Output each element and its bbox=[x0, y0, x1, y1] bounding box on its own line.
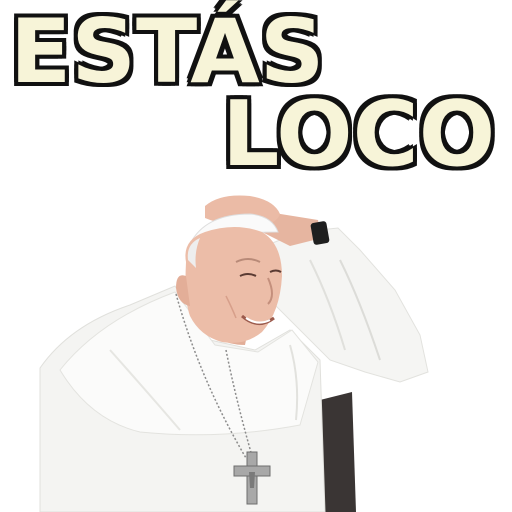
shoulder-cape bbox=[59, 291, 319, 436]
caption-line-2: LOCO bbox=[222, 82, 496, 187]
photo-man-in-white bbox=[39, 195, 429, 512]
background-figure bbox=[320, 392, 356, 512]
face bbox=[185, 227, 282, 343]
sticker: ESTÁS LOCO bbox=[0, 0, 512, 512]
